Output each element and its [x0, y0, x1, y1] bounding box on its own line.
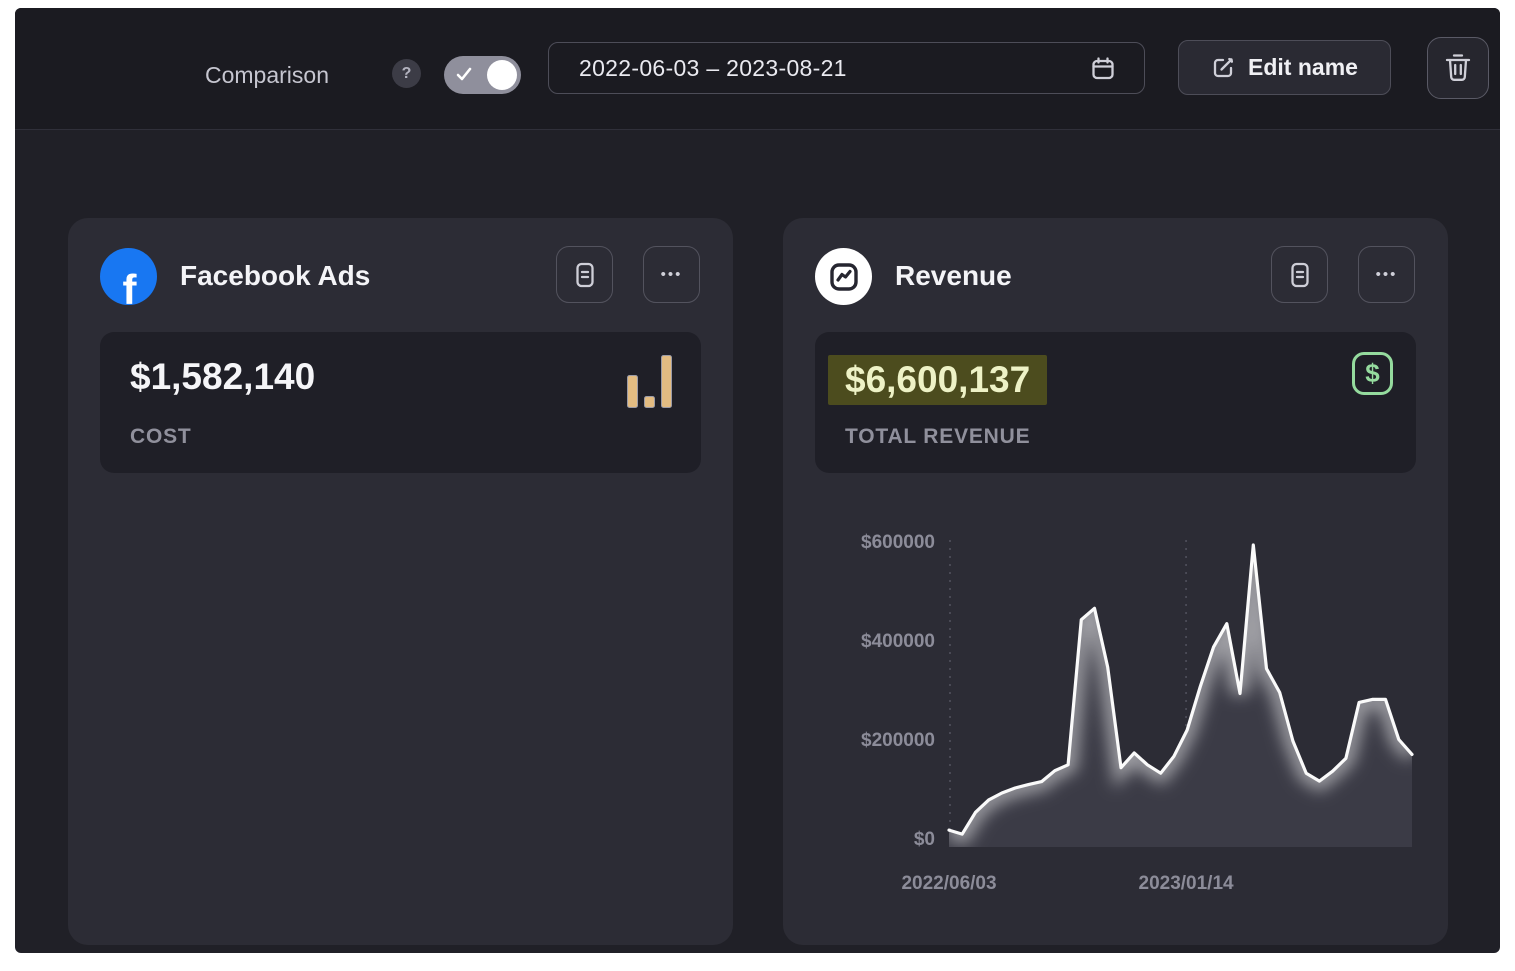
cost-metric-tile: $1,582,140 COST	[100, 332, 701, 473]
top-bar: Comparison ? 2022-06-03 – 2023-08-21 Edi…	[15, 8, 1500, 130]
y-axis-tick-label: $200000	[783, 730, 935, 752]
revenue-chart-svg	[949, 540, 1412, 850]
x-axis-tick-label: 2022/06/03	[901, 873, 996, 895]
comparison-label: Comparison	[205, 62, 329, 89]
revenue-card: Revenue ••• $6,600,137 TOTAL REVENUE $ $…	[783, 218, 1448, 945]
date-range-value: 2022-06-03 – 2023-08-21	[579, 55, 847, 82]
edit-pencil-icon	[1211, 55, 1236, 80]
ellipsis-icon: •••	[661, 266, 683, 283]
check-icon	[456, 67, 472, 81]
facebook-card-title: Facebook Ads	[180, 260, 370, 292]
toggle-knob	[487, 60, 517, 90]
facebook-ads-card: f Facebook Ads ••• $1,582,140 COST	[68, 218, 733, 945]
edit-name-label: Edit name	[1248, 54, 1358, 81]
facebook-icon: f	[100, 248, 157, 305]
date-range-input[interactable]: 2022-06-03 – 2023-08-21	[548, 42, 1145, 94]
document-icon	[573, 261, 597, 289]
x-axis-tick-label: 2023/01/14	[1139, 873, 1234, 895]
edit-name-button[interactable]: Edit name	[1178, 40, 1391, 95]
bar-chart-icon	[627, 355, 673, 408]
delete-button[interactable]	[1427, 37, 1489, 99]
comparison-toggle[interactable]	[444, 56, 521, 94]
revenue-chart: $0 $200000 $400000 $600000 2022/06/03 2023/0…	[783, 218, 1448, 945]
more-options-button[interactable]: •••	[643, 246, 700, 303]
y-axis-tick-label: $0	[783, 829, 935, 851]
trash-icon	[1443, 52, 1473, 84]
cost-value: $1,582,140	[130, 356, 315, 398]
y-axis-tick-label: $600000	[783, 532, 935, 554]
cost-label: COST	[130, 425, 192, 449]
notes-button[interactable]	[556, 246, 613, 303]
facebook-glyph: f	[123, 269, 137, 305]
calendar-icon	[1090, 56, 1116, 82]
help-icon[interactable]: ?	[392, 59, 421, 88]
app-window: Comparison ? 2022-06-03 – 2023-08-21 Edi…	[15, 8, 1500, 953]
y-axis-tick-label: $400000	[783, 631, 935, 653]
